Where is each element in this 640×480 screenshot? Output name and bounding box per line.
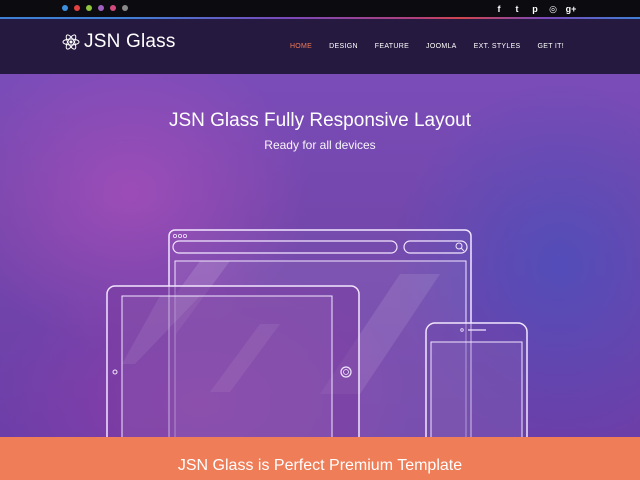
color-style-switcher <box>62 5 128 11</box>
site-logo[interactable]: JSN Glass <box>62 31 176 53</box>
nav-item-design[interactable]: DESIGN <box>329 43 358 50</box>
color-dot-blue[interactable] <box>62 5 68 11</box>
color-dot-red[interactable] <box>74 5 80 11</box>
social-links: f t p ◎ g+ <box>490 3 580 16</box>
dribbble-icon[interactable]: ◎ <box>544 3 562 16</box>
nav-item-feature[interactable]: FEATURE <box>375 43 409 50</box>
main-nav: HOME DESIGN FEATURE JOOMLA EXT. STYLES G… <box>273 43 564 50</box>
nav-item-get-it[interactable]: GET IT! <box>538 43 564 50</box>
pinterest-icon[interactable]: p <box>526 3 544 16</box>
tablet-outline <box>106 285 360 437</box>
nav-item-joomla[interactable]: JOOMLA <box>426 43 457 50</box>
color-dot-gray[interactable] <box>122 5 128 11</box>
hero-section: JSN Glass Fully Responsive Layout Ready … <box>0 74 640 437</box>
top-bar: f t p ◎ g+ <box>0 0 640 19</box>
google-plus-icon[interactable]: g+ <box>562 3 580 16</box>
phone-outline <box>425 322 528 437</box>
twitter-icon[interactable]: t <box>508 3 526 16</box>
color-dot-green[interactable] <box>86 5 92 11</box>
promo-band: JSN Glass is Perfect Premium Template <box>0 437 640 480</box>
logo-text: JSN Glass <box>84 31 176 52</box>
nav-item-home[interactable]: HOME <box>290 43 312 50</box>
promo-band-text: JSN Glass is Perfect Premium Template <box>177 457 463 474</box>
site-header: JSN Glass HOME DESIGN FEATURE JOOMLA EXT… <box>0 19 640 74</box>
atom-icon <box>62 34 80 50</box>
nav-item-ext-styles[interactable]: EXT. STYLES <box>474 43 521 50</box>
hero-subtitle: Ready for all devices <box>264 138 376 152</box>
color-dot-purple[interactable] <box>98 5 104 11</box>
facebook-icon[interactable]: f <box>490 3 508 16</box>
color-dot-pink[interactable] <box>110 5 116 11</box>
hero-title: JSN Glass Fully Responsive Layout <box>168 110 471 131</box>
